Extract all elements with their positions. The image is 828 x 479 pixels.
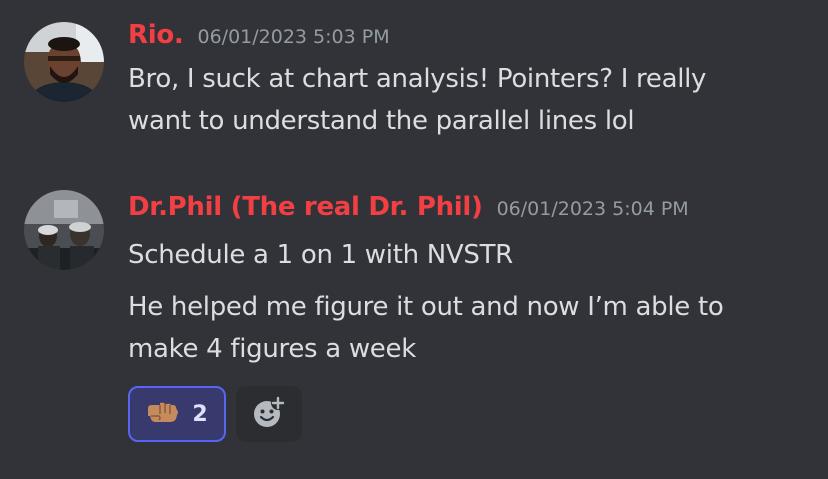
message-header: Dr.Phil (The real Dr. Phil) 06/01/2023 5… xyxy=(128,192,689,222)
message-text: Schedule a 1 on 1 with NVSTR xyxy=(128,234,808,276)
message-item: Rio. 06/01/2023 5:03 PM Bro, I suck at c… xyxy=(0,0,828,170)
timestamp: 06/01/2023 5:03 PM xyxy=(197,26,390,48)
message-text-line: Schedule a 1 on 1 with NVSTR xyxy=(128,240,513,270)
message-header: Rio. 06/01/2023 5:03 PM xyxy=(128,20,390,50)
reaction-button[interactable]: 2 xyxy=(128,386,226,442)
message-text: Bro, I suck at chart analysis! Pointers?… xyxy=(128,58,808,142)
fist-bump-emoji-icon xyxy=(146,400,180,428)
reaction-count: 2 xyxy=(192,401,208,427)
message-text: He helped me figure it out and now I’m a… xyxy=(128,286,808,370)
username[interactable]: Rio. xyxy=(128,20,184,50)
avatar[interactable] xyxy=(24,190,104,270)
reactions-bar: 2 xyxy=(128,386,302,442)
timestamp: 06/01/2023 5:04 PM xyxy=(496,198,689,220)
add-reaction-button[interactable] xyxy=(236,386,302,442)
avatar[interactable] xyxy=(24,22,104,102)
message-text-line: He helped me figure it out and now I’m a… xyxy=(128,292,724,322)
message-text-line: make 4 figures a week xyxy=(128,334,416,364)
message-text-line: want to understand the parallel lines lo… xyxy=(128,106,635,136)
message-text-line: Bro, I suck at chart analysis! Pointers?… xyxy=(128,64,707,94)
chat-message-list: Rio. 06/01/2023 5:03 PM Bro, I suck at c… xyxy=(0,0,828,479)
message-item: Dr.Phil (The real Dr. Phil) 06/01/2023 5… xyxy=(0,170,828,479)
add-reaction-icon xyxy=(252,395,286,433)
username[interactable]: Dr.Phil (The real Dr. Phil) xyxy=(128,192,483,222)
